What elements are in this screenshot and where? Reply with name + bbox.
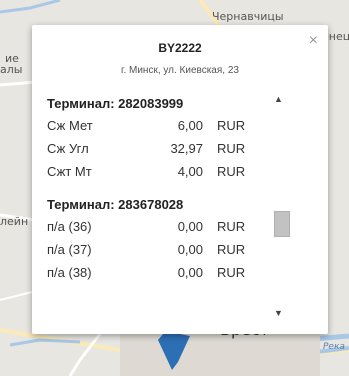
fuel-currency: RUR xyxy=(217,118,246,133)
fuel-name: п/а (36) xyxy=(47,219,92,234)
fuel-price: 6,00 xyxy=(177,118,203,133)
scroll-up-icon[interactable]: ▲ xyxy=(270,92,287,106)
map-urban-area xyxy=(120,334,320,376)
map-label-chernavchitsy: Чернавчицы xyxy=(212,10,284,23)
fuel-price: 32,97 xyxy=(170,141,203,156)
fuel-row: Сж Угл 32,97 RUR xyxy=(47,137,269,160)
fuel-currency: RUR xyxy=(217,219,246,234)
fuel-currency: RUR xyxy=(217,242,246,257)
fuel-name: Сж Мет xyxy=(47,118,93,133)
fuel-price: 0,00 xyxy=(177,265,203,280)
fuel-name: Сж Угл xyxy=(47,141,89,156)
fuel-name: п/а (37) xyxy=(47,242,92,257)
scrollbar[interactable]: ▲ ▼ xyxy=(270,90,290,320)
fuel-row: п/а (38) 0,00 RUR xyxy=(47,261,269,284)
fuel-currency: RUR xyxy=(217,141,246,156)
fuel-currency: RUR xyxy=(217,164,246,179)
fuel-name: п/а (38) xyxy=(47,265,92,280)
fuel-row: п/а (37) 0,00 RUR xyxy=(47,238,269,261)
fuel-price: 0,00 xyxy=(177,219,203,234)
scrollbar-thumb[interactable] xyxy=(274,211,290,237)
fuel-price: 4,00 xyxy=(177,164,203,179)
fuel-price: 0,00 xyxy=(177,242,203,257)
map-label-lein: лейн xyxy=(0,215,29,228)
map-label-aly: алы xyxy=(0,63,23,76)
fuel-name: Сжт Мт xyxy=(47,164,92,179)
map-label-reka: Река xyxy=(323,342,345,352)
fuel-row: Сж Мет 6,00 RUR xyxy=(47,114,269,137)
scroll-down-icon[interactable]: ▼ xyxy=(270,306,287,320)
fuel-currency: RUR xyxy=(217,265,246,280)
terminal-header: Терминал: 282083999 xyxy=(47,96,184,111)
terminal-info-popup: × BY2222 г. Минск, ул. Киевская, 23 Терм… xyxy=(32,25,328,334)
terminal-header: Терминал: 283678028 xyxy=(47,197,184,212)
station-title: BY2222 xyxy=(158,41,202,55)
terminal-list[interactable]: Терминал: 282083999 Сж Мет 6,00 RUR Сж У… xyxy=(47,90,269,320)
station-address: г. Минск, ул. Киевская, 23 xyxy=(121,65,239,76)
fuel-row: Сжт Мт 4,00 RUR xyxy=(47,160,269,183)
fuel-row: п/а (36) 0,00 RUR xyxy=(47,215,269,238)
